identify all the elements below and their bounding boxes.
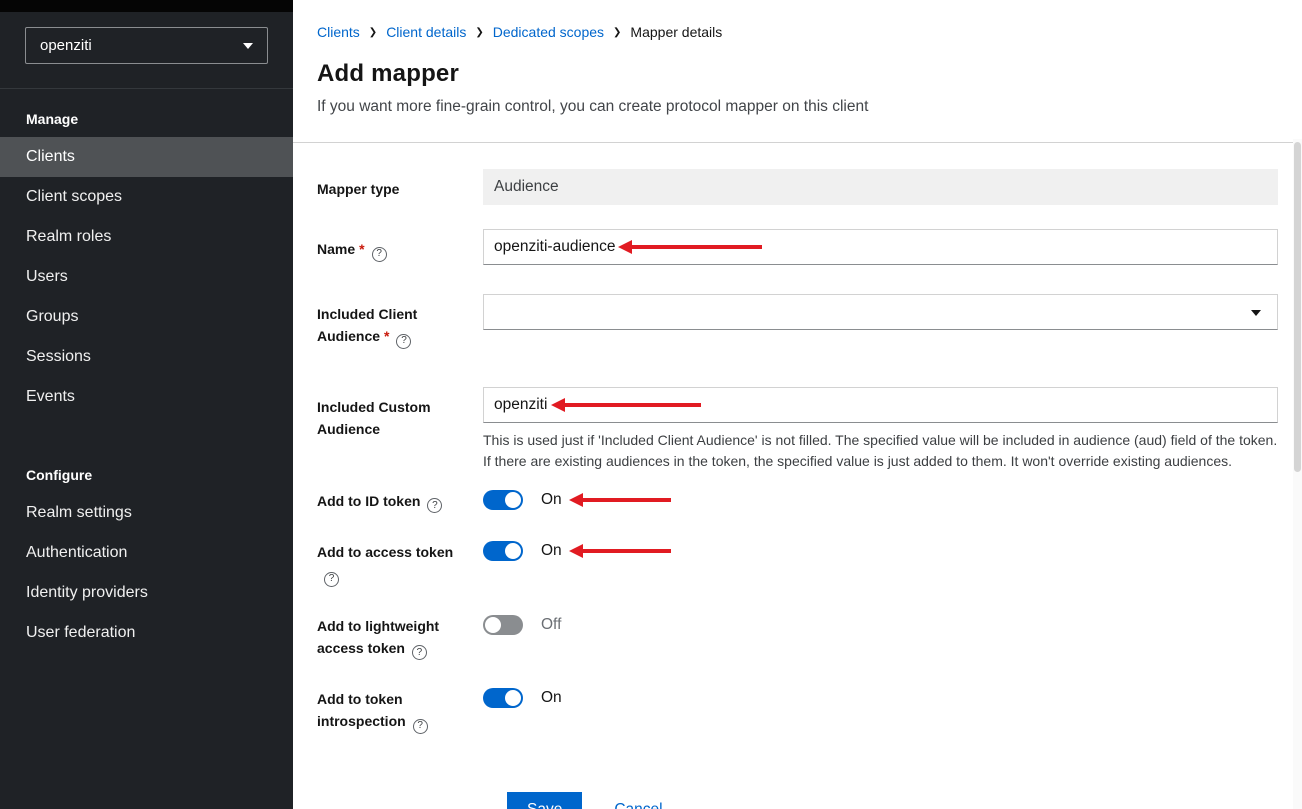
scrollbar-thumb[interactable] [1294,142,1301,472]
add-to-token-introspection-row: Add to token introspection On [317,686,1278,734]
breadcrumb-link-clients[interactable]: Clients [317,24,360,40]
page-title: Add mapper [317,60,1278,88]
chevron-down-icon [243,43,253,49]
included-custom-audience-row: Included Custom Audience This is used ju… [317,387,1278,472]
toggle-state-label: On [541,542,562,560]
sidebar-item-identity-providers[interactable]: Identity providers [0,573,293,613]
help-icon[interactable] [412,645,427,660]
chevron-right-icon [475,27,483,38]
realm-name: openziti [40,37,92,54]
realm-selector-dropdown[interactable]: openziti [25,27,268,64]
add-to-access-token-row: Add to access token On [317,539,1278,587]
add-to-id-token-toggle[interactable] [483,490,523,510]
required-asterisk: * [384,328,389,344]
toggle-knob [505,543,521,559]
sidebar-item-groups[interactable]: Groups [0,297,293,337]
sidebar-item-clients[interactable]: Clients [0,137,293,177]
add-to-access-token-label: Add to access token [317,544,453,560]
chevron-right-icon [613,27,621,38]
page-subtitle: If you want more fine-grain control, you… [317,98,1278,116]
help-icon[interactable] [396,334,411,349]
name-input[interactable] [483,229,1278,265]
save-button[interactable]: Save [507,792,582,809]
breadcrumb: Clients Client details Dedicated scopes … [317,24,1278,40]
nav-section-manage: Manage [0,89,293,137]
add-mapper-form: Mapper type Name* [293,143,1302,809]
required-asterisk: * [359,241,364,257]
help-icon[interactable] [324,572,339,587]
toggle-state-label: On [541,491,562,509]
mapper-type-row: Mapper type [317,169,1278,205]
scrollbar[interactable] [1293,139,1302,809]
main-content: Clients Client details Dedicated scopes … [293,0,1302,809]
included-custom-audience-label: Included Custom Audience [317,399,431,437]
masthead-strip [0,0,293,12]
annotation-arrow [569,493,671,507]
included-custom-audience-input[interactable] [483,387,1278,423]
toggle-state-label: Off [541,616,561,634]
chevron-down-icon [1251,310,1261,316]
sidebar-item-realm-settings[interactable]: Realm settings [0,493,293,533]
breadcrumb-link-dedicated-scopes[interactable]: Dedicated scopes [493,24,604,40]
app-window: openziti Manage Clients Client scopes Re… [0,0,1302,809]
add-to-id-token-label: Add to ID token [317,493,420,509]
toggle-knob [505,690,521,706]
cancel-button[interactable]: Cancel [614,801,662,809]
included-client-audience-row: Included Client Audience* [317,294,1278,349]
mapper-type-input [483,169,1278,205]
toggle-knob [505,492,521,508]
chevron-right-icon [369,27,377,38]
add-to-lightweight-access-token-toggle[interactable] [483,615,523,635]
add-to-lightweight-access-token-row: Add to lightweight access token Off [317,613,1278,661]
help-icon[interactable] [372,247,387,262]
sidebar-item-authentication[interactable]: Authentication [0,533,293,573]
included-client-audience-select[interactable] [483,294,1278,330]
sidebar-item-realm-roles[interactable]: Realm roles [0,217,293,257]
sidebar-item-user-federation[interactable]: User federation [0,613,293,653]
breadcrumb-link-client-details[interactable]: Client details [386,24,466,40]
add-to-token-introspection-label: Add to token introspection [317,691,406,729]
name-row: Name* [317,229,1278,265]
help-icon[interactable] [413,719,428,734]
mapper-type-label: Mapper type [317,181,399,197]
form-actions: Save Cancel [317,792,1278,809]
included-custom-audience-help: This is used just if 'Included Client Au… [483,430,1278,472]
add-to-access-token-toggle[interactable] [483,541,523,561]
sidebar-item-users[interactable]: Users [0,257,293,297]
side-nav: Manage Clients Client scopes Realm roles… [0,89,293,653]
sidebar-item-client-scopes[interactable]: Client scopes [0,177,293,217]
annotation-arrow [569,544,671,558]
sidebar-item-sessions[interactable]: Sessions [0,337,293,377]
toggle-state-label: On [541,689,562,707]
page-header: Clients Client details Dedicated scopes … [293,0,1302,143]
nav-section-configure: Configure [0,445,293,493]
add-to-token-introspection-toggle[interactable] [483,688,523,708]
toggle-knob [485,617,501,633]
sidebar-item-events[interactable]: Events [0,377,293,417]
name-label: Name [317,241,355,257]
add-to-id-token-row: Add to ID token On [317,488,1278,514]
sidebar: openziti Manage Clients Client scopes Re… [0,0,293,809]
breadcrumb-current: Mapper details [630,24,722,40]
help-icon[interactable] [427,498,442,513]
